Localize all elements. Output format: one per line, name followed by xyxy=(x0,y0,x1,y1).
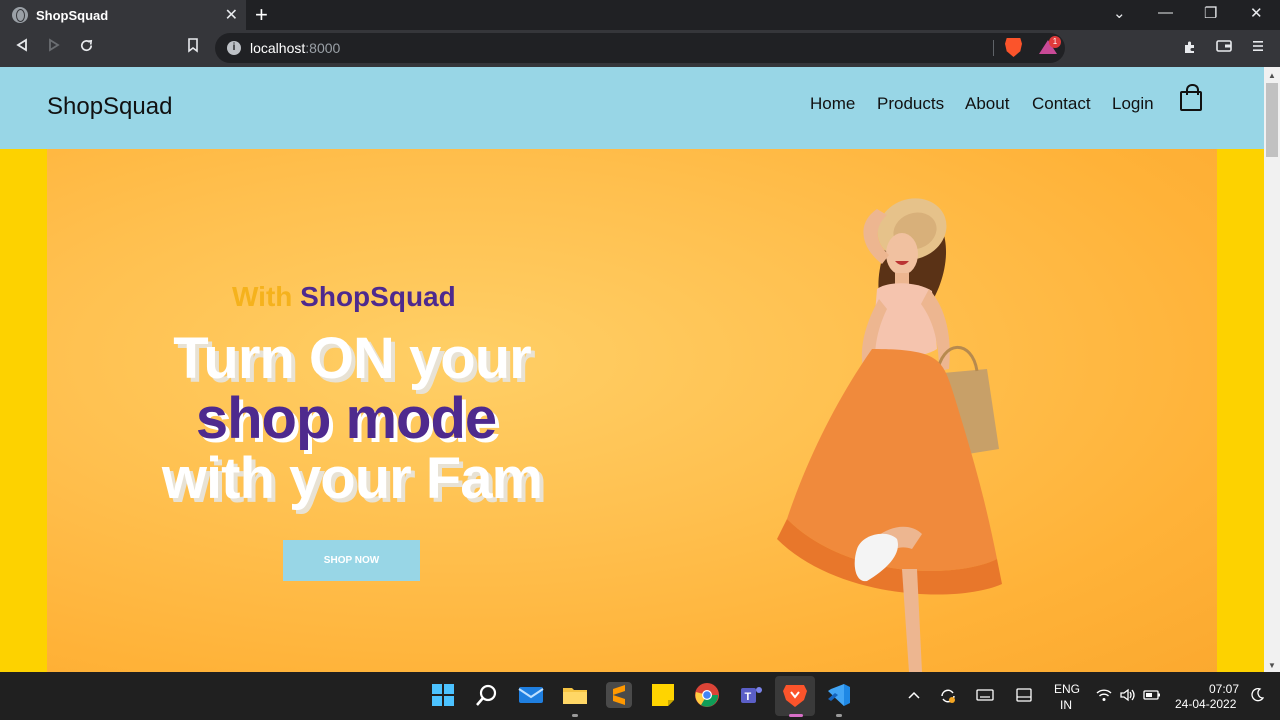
search-icon[interactable] xyxy=(474,682,500,708)
file-explorer-icon[interactable] xyxy=(562,682,588,708)
tab-search-icon[interactable]: ⌄ xyxy=(1113,4,1126,22)
nav-login[interactable]: Login xyxy=(1112,94,1154,114)
url-host: localhost xyxy=(250,40,306,56)
tagline-with: With xyxy=(232,281,293,312)
sublime-text-icon[interactable] xyxy=(606,682,632,708)
bookmark-icon[interactable] xyxy=(187,38,199,57)
tab-close-icon[interactable]: ✕ xyxy=(225,5,238,25)
brave-shield-icon[interactable] xyxy=(1005,38,1022,57)
sync-icon[interactable] xyxy=(939,688,957,707)
hero-line-1: Turn ON your xyxy=(173,326,531,391)
chevron-up-icon[interactable] xyxy=(908,688,920,703)
svg-text:T: T xyxy=(745,691,752,703)
menu-icon[interactable] xyxy=(1252,39,1264,57)
shop-now-button[interactable]: SHOP NOW xyxy=(283,540,420,581)
windows-taskbar: T ENG IN 07:07 24-04-2022 xyxy=(0,672,1280,720)
back-button[interactable] xyxy=(15,38,29,56)
brave-icon[interactable] xyxy=(782,682,808,708)
extensions-icon[interactable] xyxy=(1182,39,1198,59)
clock-date[interactable]: 24-04-2022 xyxy=(1175,697,1236,711)
chrome-icon[interactable] xyxy=(694,682,720,708)
browser-toolbar: i localhost:8000 1 xyxy=(0,30,1280,67)
nav-contact[interactable]: Contact xyxy=(1032,94,1091,114)
forward-button[interactable] xyxy=(47,38,61,56)
hero-line-3: with your Fam xyxy=(161,446,543,511)
nav-products[interactable]: Products xyxy=(877,94,944,114)
hero-banner: With ShopSquad Turn ON your shop mode wi… xyxy=(47,149,1217,672)
address-bar[interactable]: i localhost:8000 1 xyxy=(215,33,1065,63)
reload-button[interactable] xyxy=(79,38,94,57)
new-tab-button[interactable]: + xyxy=(255,2,268,28)
minimize-button[interactable]: — xyxy=(1158,4,1173,21)
active-indicator xyxy=(789,714,803,717)
scrollbar-thumb[interactable] xyxy=(1266,83,1278,157)
volume-icon[interactable] xyxy=(1120,688,1136,705)
running-indicator xyxy=(836,714,842,717)
site-logo[interactable]: ShopSquad xyxy=(47,93,172,121)
touchpad-icon[interactable] xyxy=(1016,688,1032,705)
sticky-notes-icon[interactable] xyxy=(650,682,676,708)
start-icon[interactable] xyxy=(430,682,456,708)
hero-tagline: With ShopSquad xyxy=(232,281,456,313)
language-indicator[interactable]: ENG xyxy=(1054,682,1080,696)
site-info-icon[interactable]: i xyxy=(227,41,241,55)
web-page: ShopSquad Home Products About Contact Lo… xyxy=(0,67,1264,672)
battery-icon[interactable] xyxy=(1143,688,1161,705)
page-scrollbar[interactable]: ▲ ▼ xyxy=(1264,67,1280,672)
tagline-brand: ShopSquad xyxy=(300,281,456,312)
wifi-icon[interactable] xyxy=(1096,688,1112,705)
teams-icon[interactable]: T xyxy=(738,682,764,708)
vscode-icon[interactable] xyxy=(826,682,852,708)
focus-moon-icon[interactable] xyxy=(1250,688,1265,705)
running-indicator xyxy=(572,714,578,717)
address-separator xyxy=(993,40,994,56)
hero-line-2: shop mode xyxy=(195,386,497,451)
globe-icon xyxy=(12,7,28,23)
close-window-button[interactable]: ✕ xyxy=(1250,4,1263,22)
url-port: :8000 xyxy=(305,40,341,56)
scroll-up-icon[interactable]: ▲ xyxy=(1268,71,1276,80)
shopping-bag-icon[interactable] xyxy=(1180,84,1202,111)
mail-icon[interactable] xyxy=(518,682,544,708)
tab-title: ShopSquad xyxy=(36,7,109,23)
maximize-button[interactable]: ❐ xyxy=(1204,4,1217,22)
clock-time[interactable]: 07:07 xyxy=(1209,682,1239,696)
model-photo xyxy=(777,198,1002,672)
scroll-down-icon[interactable]: ▼ xyxy=(1268,661,1276,670)
language-region: IN xyxy=(1060,698,1072,712)
browser-tab-bar: ShopSquad ✕ + ⌄ — ❐ ✕ xyxy=(0,0,1280,30)
keyboard-icon[interactable] xyxy=(976,688,994,705)
nav-about[interactable]: About xyxy=(965,94,1009,114)
wallet-icon[interactable] xyxy=(1216,39,1232,57)
browser-tab[interactable]: ShopSquad ✕ xyxy=(0,0,246,30)
rewards-badge: 1 xyxy=(1049,36,1061,48)
nav-home[interactable]: Home xyxy=(810,94,855,114)
site-header: ShopSquad Home Products About Contact Lo… xyxy=(0,67,1264,149)
